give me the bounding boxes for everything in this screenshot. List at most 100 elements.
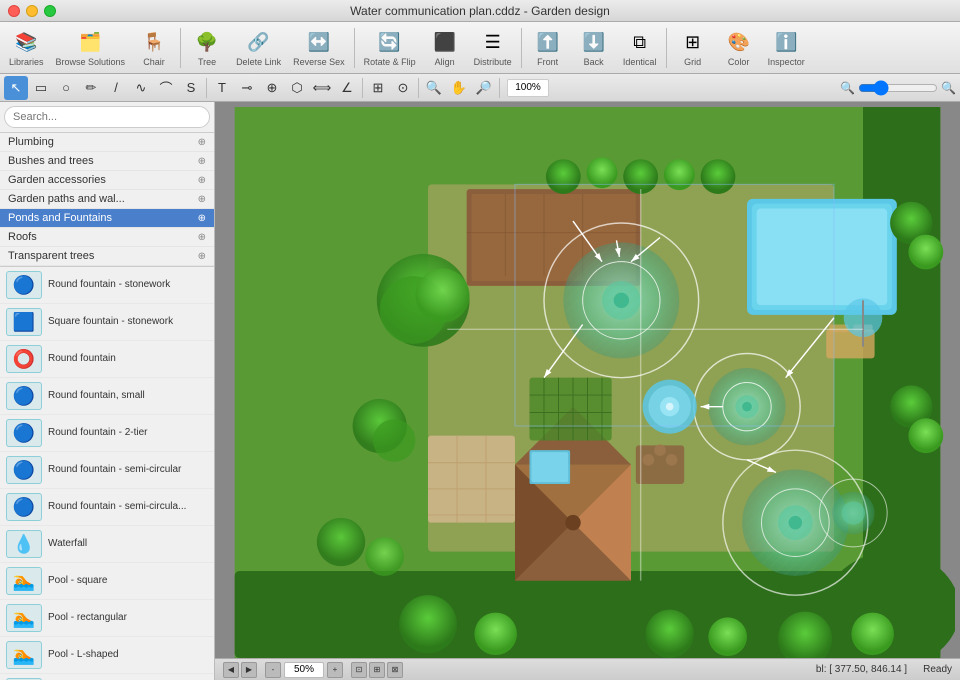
toolbar-item-inspector[interactable]: ℹ️ Inspector xyxy=(763,25,810,71)
canvas-area[interactable]: ◀ ▶ - + ⊡ ⊞ ⊠ bl: [ 377.50, 846.14 ] Rea… xyxy=(215,102,960,680)
main-area: Plumbing ⊕Bushes and trees ⊕Garden acces… xyxy=(0,102,960,680)
item-label-3: Round fountain, small xyxy=(48,390,145,402)
toolbar-item-chair[interactable]: 🪑 Chair xyxy=(132,25,176,71)
toolbar-item-back[interactable]: ⬇️ Back xyxy=(572,25,616,71)
category-item-2[interactable]: Garden accessories ⊕ xyxy=(0,171,214,190)
item-entry-1[interactable]: 🟦 Square fountain - stonework xyxy=(0,304,214,341)
shape-tool1[interactable]: ⊕ xyxy=(260,76,284,100)
category-label-4: Ponds and Fountains xyxy=(8,212,112,224)
toolbar-item-browse-solutions[interactable]: 🗂️ Browse Solutions xyxy=(51,25,131,71)
view-fit[interactable]: ⊠ xyxy=(387,662,403,678)
window-title: Water communication plan.cddz - Garden d… xyxy=(350,4,610,18)
toolbar-item-tree[interactable]: 🌳 Tree xyxy=(185,25,229,71)
zoom-slider[interactable] xyxy=(858,80,938,96)
category-item-3[interactable]: Garden paths and wal... ⊕ xyxy=(0,190,214,209)
hand-tool[interactable]: ✋ xyxy=(447,76,471,100)
category-item-4[interactable]: Ponds and Fountains ⊕ xyxy=(0,209,214,228)
sidebar-search-area xyxy=(0,102,214,133)
ready-status: Ready xyxy=(923,664,952,675)
select-tool[interactable]: ↖ xyxy=(4,76,28,100)
category-item-1[interactable]: Bushes and trees ⊕ xyxy=(0,152,214,171)
category-item-6[interactable]: Transparent trees ⊕ xyxy=(0,247,214,266)
toolbar-item-rotate-&-flip[interactable]: 🔄 Rotate & Flip xyxy=(359,25,421,71)
item-entry-3[interactable]: 🔵 Round fountain, small xyxy=(0,378,214,415)
nav-right-btn[interactable]: ▶ xyxy=(241,662,257,678)
polyline-tool[interactable]: ⌒ xyxy=(154,76,178,100)
close-button[interactable] xyxy=(8,5,20,17)
zoom-icon-right: 🔍 xyxy=(941,81,956,95)
zoom-minus-btn[interactable]: - xyxy=(265,662,281,678)
toolbar-item-reverse-sex[interactable]: ↔️ Reverse Sex xyxy=(288,25,350,71)
toolbar-item-align[interactable]: ⬛ Align xyxy=(423,25,467,71)
toolbar-label-6: Rotate & Flip xyxy=(364,57,416,67)
zoom-input[interactable] xyxy=(507,79,549,97)
item-entry-7[interactable]: 💧 Waterfall xyxy=(0,526,214,563)
toolbar-label-9: Front xyxy=(537,57,558,67)
bezier-tool[interactable]: S xyxy=(179,76,203,100)
item-entry-4[interactable]: 🔵 Round fountain - 2-tier xyxy=(0,415,214,452)
toolbar-label-7: Align xyxy=(435,57,455,67)
view-grid[interactable]: ⊞ xyxy=(369,662,385,678)
text-tool[interactable]: T xyxy=(210,76,234,100)
category-item-5[interactable]: Roofs ⊕ xyxy=(0,228,214,247)
toolbar-label-4: Delete Link xyxy=(236,57,281,67)
item-entry-0[interactable]: 🔵 Round fountain - stonework xyxy=(0,267,214,304)
dimension-tool[interactable]: ⟺ xyxy=(310,76,334,100)
item-entry-5[interactable]: 🔵 Round fountain - semi-circular xyxy=(0,452,214,489)
item-list: 🔵 Round fountain - stonework 🟦 Square fo… xyxy=(0,267,214,680)
category-expand-icon-6: ⊕ xyxy=(198,251,206,262)
nav-left-btn[interactable]: ◀ xyxy=(223,662,239,678)
statusbar: ◀ ▶ - + ⊡ ⊞ ⊠ bl: [ 377.50, 846.14 ] Rea… xyxy=(215,658,960,680)
item-entry-11[interactable]: 🏊 Pool - 2-tier xyxy=(0,674,214,680)
category-item-0[interactable]: Plumbing ⊕ xyxy=(0,133,214,152)
magnet-tool[interactable]: ⊙ xyxy=(391,76,415,100)
toolbar-label-8: Distribute xyxy=(474,57,512,67)
toolbar-item-identical[interactable]: ⧉ Identical xyxy=(618,25,662,71)
toolbar-item-distribute[interactable]: ☰ Distribute xyxy=(469,25,517,71)
toolbar-item-grid[interactable]: ⊞ Grid xyxy=(671,25,715,71)
toolbar-item-libraries[interactable]: 📚 Libraries xyxy=(4,25,49,71)
category-expand-icon-5: ⊕ xyxy=(198,232,206,243)
minimize-button[interactable] xyxy=(26,5,38,17)
zoom-out-tool[interactable]: 🔎 xyxy=(472,76,496,100)
toolbar-item-delete-link[interactable]: 🔗 Delete Link xyxy=(231,25,286,71)
zoom-value-input[interactable] xyxy=(284,662,324,678)
line-tool[interactable]: / xyxy=(104,76,128,100)
toolbar-icon-6: 🔄 xyxy=(376,29,404,57)
toolbar-label-0: Libraries xyxy=(9,57,44,67)
toolbar-icon-12: ⊞ xyxy=(679,29,707,57)
snap-tool[interactable]: ⊞ xyxy=(366,76,390,100)
item-entry-2[interactable]: ⭕ Round fountain xyxy=(0,341,214,378)
rect-tool[interactable]: ▭ xyxy=(29,76,53,100)
item-thumb-9: 🏊 xyxy=(6,604,42,632)
item-entry-9[interactable]: 🏊 Pool - rectangular xyxy=(0,600,214,637)
shape-tool2[interactable]: ⬡ xyxy=(285,76,309,100)
item-entry-6[interactable]: 🔵 Round fountain - semi-circula... xyxy=(0,489,214,526)
curve-tool[interactable]: ∿ xyxy=(129,76,153,100)
toolbar-label-14: Inspector xyxy=(768,57,805,67)
view-single[interactable]: ⊡ xyxy=(351,662,367,678)
category-expand-icon-1: ⊕ xyxy=(198,156,206,167)
toolbar-sep-3 xyxy=(180,28,181,68)
view-mode-buttons: ⊡ ⊞ ⊠ xyxy=(351,662,403,678)
zoom-plus-btn[interactable]: + xyxy=(327,662,343,678)
item-thumb-5: 🔵 xyxy=(6,456,42,484)
item-entry-8[interactable]: 🏊 Pool - square xyxy=(0,563,214,600)
item-entry-10[interactable]: 🏊 Pool - L-shaped xyxy=(0,637,214,674)
pen-tool[interactable]: ✏ xyxy=(79,76,103,100)
toolbar-icon-14: ℹ️ xyxy=(772,29,800,57)
item-label-9: Pool - rectangular xyxy=(48,612,127,624)
search-input[interactable] xyxy=(4,106,210,128)
connect-tool[interactable]: ⊸ xyxy=(235,76,259,100)
toolbar-item-color[interactable]: 🎨 Color xyxy=(717,25,761,71)
angle-tool[interactable]: ∠ xyxy=(335,76,359,100)
item-thumb-4: 🔵 xyxy=(6,419,42,447)
toolbar-icon-8: ☰ xyxy=(479,29,507,57)
maximize-button[interactable] xyxy=(44,5,56,17)
zoom-percentage-area xyxy=(507,79,549,97)
ellipse-tool[interactable]: ○ xyxy=(54,76,78,100)
item-thumb-6: 🔵 xyxy=(6,493,42,521)
toolbar-icon-10: ⬇️ xyxy=(580,29,608,57)
zoom-in-tool[interactable]: 🔍 xyxy=(422,76,446,100)
toolbar-item-front[interactable]: ⬆️ Front xyxy=(526,25,570,71)
